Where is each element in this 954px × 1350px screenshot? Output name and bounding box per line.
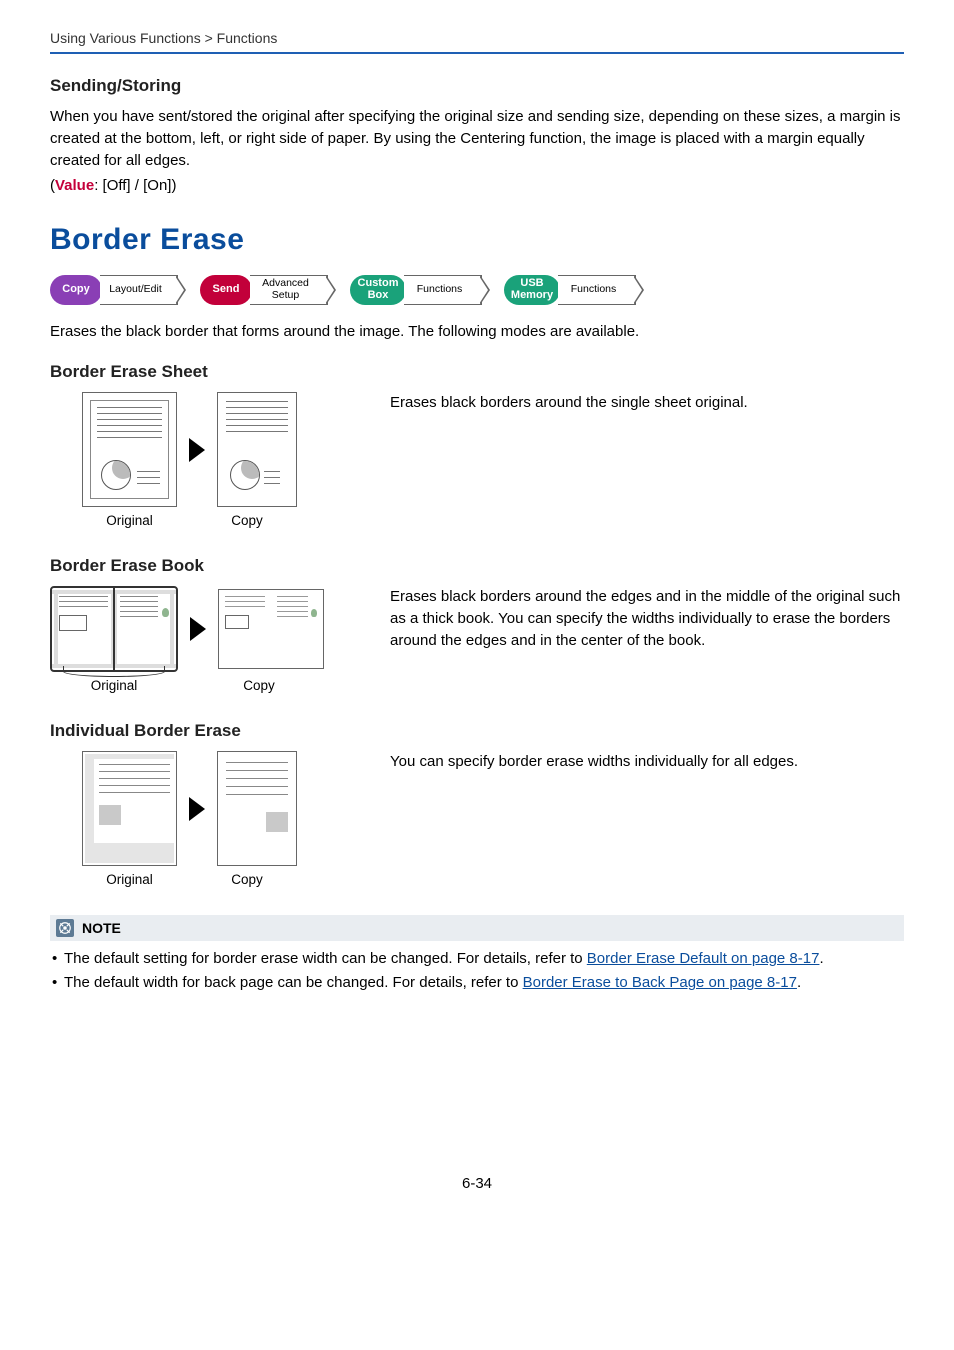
tab-functions-usb-label: Functions <box>571 284 617 296</box>
note-icon <box>56 919 74 937</box>
mode-individual-desc: You can specify border erase widths indi… <box>390 751 904 773</box>
note-2-text: The default width for back page can be c… <box>64 974 523 991</box>
tab-adv-l2: Setup <box>272 290 299 302</box>
link-border-erase-default[interactable]: Border Erase Default on page 8-17 <box>587 950 820 967</box>
note-item-2: The default width for back page can be c… <box>50 971 904 995</box>
mode-sheet-desc: Erases black borders around the single s… <box>390 392 904 414</box>
mode-sheet-heading: Border Erase Sheet <box>50 362 904 382</box>
pill-group-usb: USB Memory Functions <box>504 275 636 305</box>
sheet-copy-icon <box>217 392 297 507</box>
arrow-icon <box>189 797 205 821</box>
pill-group-custom-box: Custom Box Functions <box>350 275 482 305</box>
sending-storing-value-line: (Value: [Off] / [On]) <box>50 175 904 197</box>
header-rule <box>50 52 904 54</box>
mode-sheet-diagram: Original Copy <box>50 392 350 528</box>
note-item-1: The default setting for border erase wid… <box>50 947 904 971</box>
tab-layout-edit: Layout/Edit <box>100 275 178 305</box>
pill-send: Send <box>200 275 252 305</box>
cap-original: Original <box>82 872 177 887</box>
mode-border-erase-sheet: Border Erase Sheet <box>50 362 904 528</box>
mode-individual-border-erase: Individual Border Erase <box>50 721 904 887</box>
pill-custom-box: Custom Box <box>350 275 406 305</box>
pill-group-send: Send Advanced Setup <box>200 275 328 305</box>
breadcrumb: Using Various Functions > Functions <box>50 30 904 46</box>
sending-storing-body: When you have sent/stored the original a… <box>50 106 904 171</box>
pill-custom-l2: Box <box>368 290 389 302</box>
value-options: : [Off] / [On]) <box>94 177 176 194</box>
pill-usb-memory: USB Memory <box>504 275 560 305</box>
mode-book-diagram: Original Copy <box>50 586 350 693</box>
note-label: NOTE <box>82 920 121 936</box>
mode-book-heading: Border Erase Book <box>50 556 904 576</box>
pill-copy: Copy <box>50 275 102 305</box>
pill-usb-l2: Memory <box>511 290 553 302</box>
mode-individual-heading: Individual Border Erase <box>50 721 904 741</box>
cap-copy: Copy <box>206 678 312 693</box>
note-1-text: The default setting for border erase wid… <box>64 950 587 967</box>
mode-book-desc: Erases black borders around the edges an… <box>390 586 904 651</box>
tab-advanced-setup: Advanced Setup <box>250 275 328 305</box>
tab-functions-custom: Functions <box>404 275 482 305</box>
mode-border-erase-book: Border Erase Book <box>50 556 904 693</box>
cap-copy: Copy <box>207 872 287 887</box>
note-header: NOTE <box>50 915 904 941</box>
individual-copy-icon <box>217 751 297 866</box>
individual-original-icon <box>82 751 177 866</box>
tab-functions-custom-label: Functions <box>417 284 463 296</box>
sending-storing-heading: Sending/Storing <box>50 76 904 96</box>
book-original-icon <box>50 586 178 672</box>
tab-layout-edit-label: Layout/Edit <box>109 284 162 296</box>
mode-individual-diagram: Original Copy <box>50 751 350 887</box>
value-label: Value <box>55 177 94 194</box>
cap-copy: Copy <box>207 513 287 528</box>
arrow-icon <box>189 438 205 462</box>
cap-original: Original <box>82 513 177 528</box>
border-erase-title: Border Erase <box>50 223 904 257</box>
cap-original: Original <box>50 678 178 693</box>
note-list: The default setting for border erase wid… <box>50 947 904 995</box>
arrow-icon <box>190 617 206 641</box>
mode-pill-row: Copy Layout/Edit Send Advanced Setup Cus… <box>50 275 904 305</box>
tab-functions-usb: Functions <box>558 275 636 305</box>
book-copy-icon <box>218 589 324 669</box>
link-border-erase-back-page[interactable]: Border Erase to Back Page on page 8-17 <box>523 974 797 991</box>
page-number: 6-34 <box>50 1175 904 1192</box>
border-erase-intro: Erases the black border that forms aroun… <box>50 323 904 340</box>
pill-group-copy: Copy Layout/Edit <box>50 275 178 305</box>
sheet-original-icon <box>82 392 177 507</box>
